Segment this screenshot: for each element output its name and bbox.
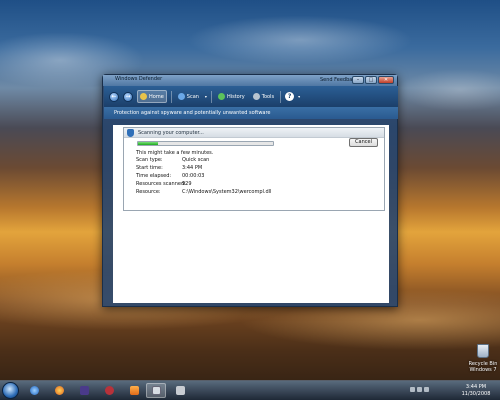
scan-progress-bar [137,141,274,146]
panel-header: Scanning your computer... [124,128,384,138]
scan-progress-panel: Scanning your computer... Cancel This mi… [123,127,385,211]
detail-value: 3:44 PM [182,165,203,171]
taskbar: 3:44 PM 11/30/2008 [0,380,500,400]
tools-label: Tools [261,93,275,100]
forward-button[interactable]: → [123,91,133,102]
tools-button[interactable]: Tools [251,91,276,102]
media-player-icon [129,386,139,395]
close-button[interactable]: ✕ [378,76,394,84]
title-bar[interactable]: Windows Defender Send Feedback – □ ✕ [103,75,397,86]
subtitle-bar: Protection against spyware and potential… [104,107,398,119]
network-icon[interactable] [410,387,415,392]
notification-area [410,387,429,392]
recycle-bin-icon [477,344,489,358]
volume-icon[interactable] [417,387,422,392]
scan-note: This might take a few minutes. [136,150,214,156]
detail-value: 00:00:03 [182,173,205,179]
history-icon [217,93,225,100]
scan-button[interactable]: Scan [176,91,201,102]
detail-value: C:\Windows\System32\wercompl.dll [182,189,272,195]
detail-label: Resource: [136,189,161,195]
app-taskbar-button[interactable] [74,383,94,398]
recycle-bin-label: Recycle Bin Windows 7 [468,361,498,373]
scan-header: Scanning your computer... [138,130,204,136]
toolbar: ← → Home Scan ▾ History Tools ? ▾ [104,86,398,107]
media-player-taskbar-button[interactable] [124,383,144,398]
app-icon [175,386,185,395]
help-button[interactable]: ? [285,92,295,101]
progress-fill [138,142,159,145]
help-dropdown-icon[interactable]: ▾ [298,94,300,99]
scan-dropdown-icon[interactable]: ▾ [205,94,207,99]
home-icon [140,93,147,100]
clock-date: 11/30/2008 [461,391,491,397]
clock-time: 3:44 PM [465,384,487,390]
window-title: Windows Defender [115,76,163,82]
internet-explorer-taskbar-button[interactable] [24,383,44,398]
maximize-button[interactable]: □ [365,76,377,84]
windows-defender-window: Windows Defender Send Feedback – □ ✕ ← →… [102,74,398,307]
start-orb-icon[interactable] [2,382,19,399]
firefox-taskbar-button[interactable] [49,383,69,398]
back-button[interactable]: ← [109,91,119,102]
app-icon [79,386,89,395]
app-icon [104,386,114,395]
detail-label: Resources scanned: [136,181,186,187]
internet-explorer-icon [29,386,39,395]
detail-label: Scan type: [136,157,163,163]
recycle-bin-label-line2: Windows 7 [469,367,497,373]
toolbar-separator [280,90,282,103]
toolbar-separator [170,90,172,103]
magnifier-icon [177,93,185,100]
subtitle: Protection against spyware and potential… [114,110,271,116]
content-area: Scanning your computer... Cancel This mi… [113,125,389,303]
detail-label: Start time: [136,165,163,171]
recycle-bin[interactable]: Recycle Bin Windows 7 [468,342,498,376]
home-label: Home [149,93,164,100]
toolbar-separator [210,90,212,103]
action-center-icon[interactable] [424,387,429,392]
clock[interactable]: 3:44 PM 11/30/2008 [456,384,496,398]
window-controls: – □ ✕ [352,76,394,84]
home-button[interactable]: Home [137,90,167,103]
windows-defender-taskbar-button[interactable] [146,383,166,398]
windows-defender-icon [151,386,161,395]
app-taskbar-button[interactable] [170,383,190,398]
detail-label: Time elapsed: [136,173,172,179]
cancel-button[interactable]: Cancel [349,138,378,147]
minimize-button[interactable]: – [352,76,364,84]
shield-icon [127,129,134,137]
firefox-icon [54,386,64,395]
history-label: History [226,93,245,100]
gear-icon [252,93,260,100]
detail-value: 929 [182,181,192,187]
history-button[interactable]: History [216,91,247,102]
scan-label: Scan [186,93,199,100]
detail-value: Quick scan [182,157,210,163]
app-taskbar-button[interactable] [99,383,119,398]
